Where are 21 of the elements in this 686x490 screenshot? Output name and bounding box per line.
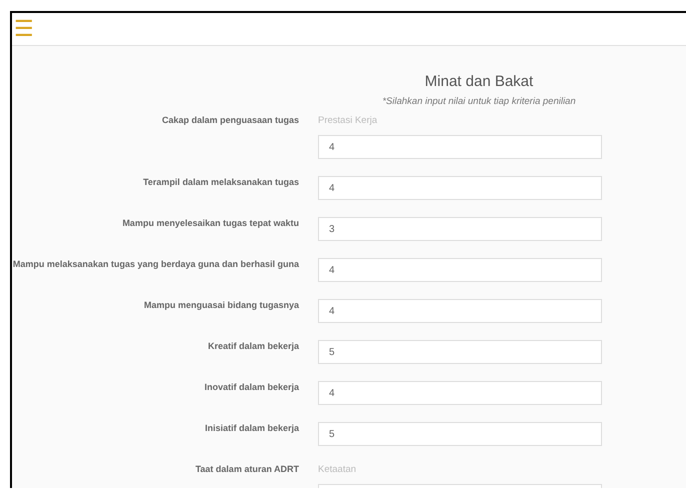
input-field[interactable]: 4 bbox=[318, 299, 602, 323]
input-field[interactable]: 4 bbox=[318, 176, 602, 200]
field-label: Mampu menyelesaikan tugas tepat waktu bbox=[121, 217, 299, 230]
field-label: Mampu melaksanakan tugas yang berdaya guna dan berhasil guna bbox=[12, 258, 299, 271]
input-field[interactable]: 4 bbox=[318, 381, 602, 405]
form-subtitle: *Silahkan input nilai untuk tiap kriteria penilian bbox=[382, 96, 576, 108]
field-label: Terampil dalam melaksanakan tugas bbox=[142, 176, 299, 189]
field-label: Mampu menguasai bidang tugasnya bbox=[142, 299, 299, 312]
form-title: Minat dan Bakat bbox=[424, 73, 534, 91]
section-label: Ketaatan bbox=[318, 463, 358, 476]
field-label: Taat dalam aturan ADRT bbox=[194, 463, 299, 476]
input-field[interactable]: 4 bbox=[318, 135, 602, 159]
section-label: Prestasi Kerja bbox=[318, 114, 378, 127]
field-label: Cakap dalam penguasaan tugas bbox=[160, 114, 299, 127]
input-field[interactable]: 4 bbox=[318, 258, 602, 282]
field-label: Inovatif dalam bekerja bbox=[203, 381, 299, 394]
input-field[interactable]: 5 bbox=[318, 422, 602, 446]
field-label: Inisiatif dalam bekerja bbox=[204, 422, 299, 435]
input-field[interactable]: 3 bbox=[318, 217, 602, 241]
input-field[interactable]: 5 bbox=[318, 340, 602, 364]
field-label: Kreatif dalam bekerja bbox=[206, 340, 299, 353]
